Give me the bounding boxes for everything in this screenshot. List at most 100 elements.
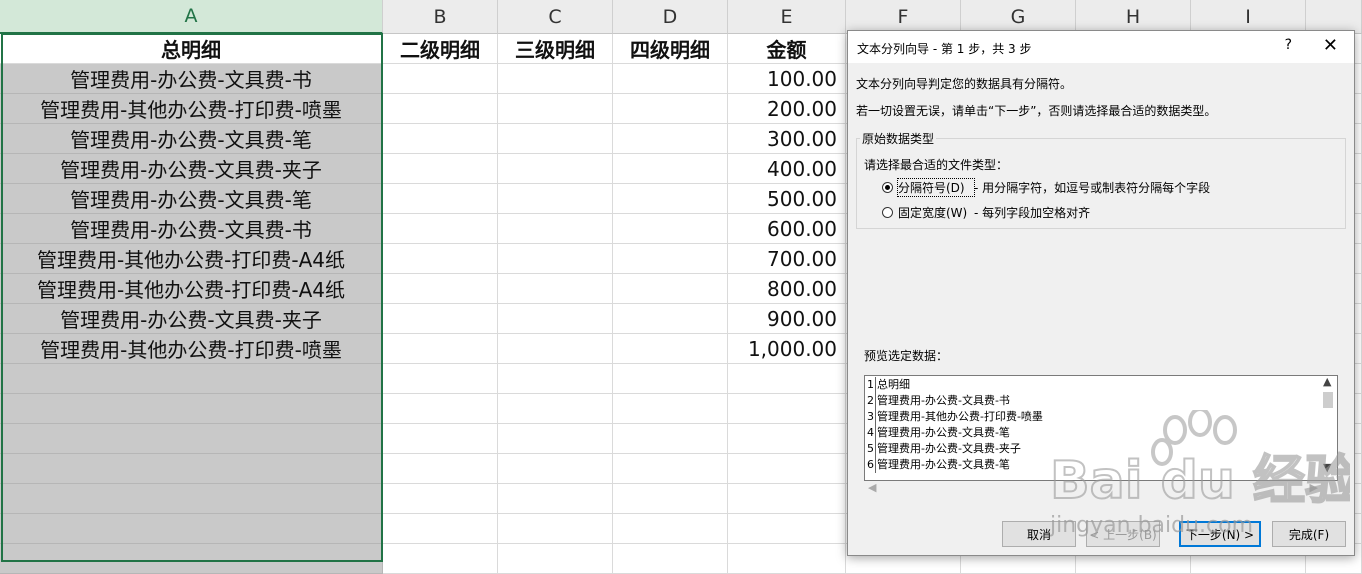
data-cell[interactable]: 800.00 (728, 274, 846, 304)
data-cell[interactable] (383, 424, 498, 454)
data-cell[interactable] (498, 544, 613, 574)
data-cell[interactable] (498, 394, 613, 424)
data-cell[interactable] (0, 484, 383, 514)
data-cell[interactable] (728, 364, 846, 394)
data-cell[interactable] (0, 424, 383, 454)
data-cell[interactable] (383, 334, 498, 364)
data-cell[interactable] (728, 454, 846, 484)
data-cell[interactable] (498, 514, 613, 544)
data-cell[interactable] (383, 64, 498, 94)
header-cell[interactable]: 金额 (728, 34, 846, 64)
data-cell[interactable]: 管理费用-办公费-文具费-书 (0, 214, 383, 244)
data-cell[interactable] (498, 214, 613, 244)
data-cell[interactable]: 1,000.00 (728, 334, 846, 364)
data-cell[interactable] (383, 154, 498, 184)
data-cell[interactable] (498, 274, 613, 304)
header-cell[interactable]: 总明细 (0, 34, 383, 64)
data-cell[interactable] (498, 484, 613, 514)
data-cell[interactable] (383, 94, 498, 124)
data-cell[interactable] (0, 394, 383, 424)
data-cell[interactable] (498, 304, 613, 334)
data-cell[interactable] (613, 364, 728, 394)
column-header-f[interactable]: F (846, 0, 961, 34)
data-cell[interactable] (728, 514, 846, 544)
column-header-h[interactable]: H (1076, 0, 1191, 34)
data-cell[interactable] (0, 364, 383, 394)
data-cell[interactable] (0, 544, 383, 574)
data-cell[interactable] (613, 94, 728, 124)
data-cell[interactable] (613, 394, 728, 424)
data-cell[interactable]: 管理费用-办公费-文具费-书 (0, 64, 383, 94)
data-cell[interactable]: 700.00 (728, 244, 846, 274)
data-cell[interactable] (498, 64, 613, 94)
column-header-e[interactable]: E (728, 0, 846, 34)
data-cell[interactable]: 100.00 (728, 64, 846, 94)
data-cell[interactable] (613, 454, 728, 484)
close-icon[interactable]: ✕ (1323, 35, 1338, 56)
data-cell[interactable] (498, 364, 613, 394)
scroll-down-icon[interactable]: ▼ (1323, 461, 1331, 474)
radio-delimited[interactable]: 分隔符号(D) - 用分隔字符，如逗号或制表符分隔每个字段 (882, 178, 1210, 197)
data-cell[interactable]: 管理费用-办公费-文具费-笔 (0, 124, 383, 154)
data-cell[interactable]: 管理费用-其他办公费-打印费-A4纸 (0, 244, 383, 274)
header-cell[interactable]: 四级明细 (613, 34, 728, 64)
data-cell[interactable] (613, 214, 728, 244)
data-cell[interactable] (383, 544, 498, 574)
finish-button[interactable]: 完成(F) (1272, 521, 1346, 547)
data-cell[interactable] (498, 244, 613, 274)
data-cell[interactable] (498, 454, 613, 484)
scroll-left-icon[interactable]: ◀ (868, 481, 876, 494)
preview-box[interactable]: 1 总明细 2 管理费用-办公费-文具费-书 3 管理费用-其他办公费-打印费-喷墨 4 管理… (864, 375, 1338, 481)
radio-delimited-label[interactable]: 分隔符号(D) (897, 178, 975, 197)
data-cell[interactable] (613, 304, 728, 334)
data-cell[interactable]: 管理费用-办公费-文具费-笔 (0, 184, 383, 214)
data-cell[interactable] (383, 454, 498, 484)
data-cell[interactable]: 500.00 (728, 184, 846, 214)
column-header-c[interactable]: C (498, 0, 613, 34)
data-cell[interactable] (383, 304, 498, 334)
data-cell[interactable] (613, 64, 728, 94)
data-cell[interactable] (383, 244, 498, 274)
column-header-b[interactable]: B (383, 0, 498, 34)
radio-unselected-icon[interactable] (882, 207, 893, 218)
data-cell[interactable] (728, 484, 846, 514)
help-icon[interactable]: ? (1285, 37, 1292, 53)
data-cell[interactable] (728, 424, 846, 454)
column-header-g[interactable]: G (961, 0, 1076, 34)
data-cell[interactable] (498, 424, 613, 454)
header-cell[interactable]: 三级明细 (498, 34, 613, 64)
data-cell[interactable] (0, 514, 383, 544)
data-cell[interactable] (613, 424, 728, 454)
data-cell[interactable]: 200.00 (728, 94, 846, 124)
header-cell[interactable]: 二级明细 (383, 34, 498, 64)
data-cell[interactable]: 900.00 (728, 304, 846, 334)
data-cell[interactable] (613, 334, 728, 364)
radio-fixed-width[interactable]: 固定宽度(W) - 每列字段加空格对齐 (882, 204, 1090, 221)
data-cell[interactable] (613, 154, 728, 184)
preview-vertical-scrollbar[interactable]: ▲ ▼ (1320, 375, 1337, 481)
scroll-thumb[interactable] (1323, 392, 1333, 408)
data-cell[interactable]: 管理费用-办公费-文具费-夹子 (0, 304, 383, 334)
data-cell[interactable]: 管理费用-其他办公费-打印费-喷墨 (0, 94, 383, 124)
data-cell[interactable] (383, 364, 498, 394)
data-cell[interactable] (613, 244, 728, 274)
data-cell[interactable] (498, 334, 613, 364)
column-header-d[interactable]: D (613, 0, 728, 34)
data-cell[interactable] (383, 274, 498, 304)
data-cell[interactable] (383, 484, 498, 514)
data-cell[interactable] (613, 124, 728, 154)
data-cell[interactable] (613, 274, 728, 304)
data-cell[interactable] (383, 394, 498, 424)
data-cell[interactable] (613, 514, 728, 544)
radio-fixed-label[interactable]: 固定宽度(W) (898, 204, 974, 221)
data-cell[interactable] (498, 154, 613, 184)
back-button[interactable]: < 上一步(B) (1086, 521, 1160, 547)
column-header-j[interactable] (1306, 0, 1362, 34)
data-cell[interactable]: 管理费用-办公费-文具费-夹子 (0, 154, 383, 184)
data-cell[interactable] (728, 394, 846, 424)
data-cell[interactable]: 300.00 (728, 124, 846, 154)
data-cell[interactable] (498, 94, 613, 124)
data-cell[interactable] (498, 184, 613, 214)
radio-selected-icon[interactable] (882, 182, 893, 193)
column-header-i[interactable]: I (1191, 0, 1306, 34)
